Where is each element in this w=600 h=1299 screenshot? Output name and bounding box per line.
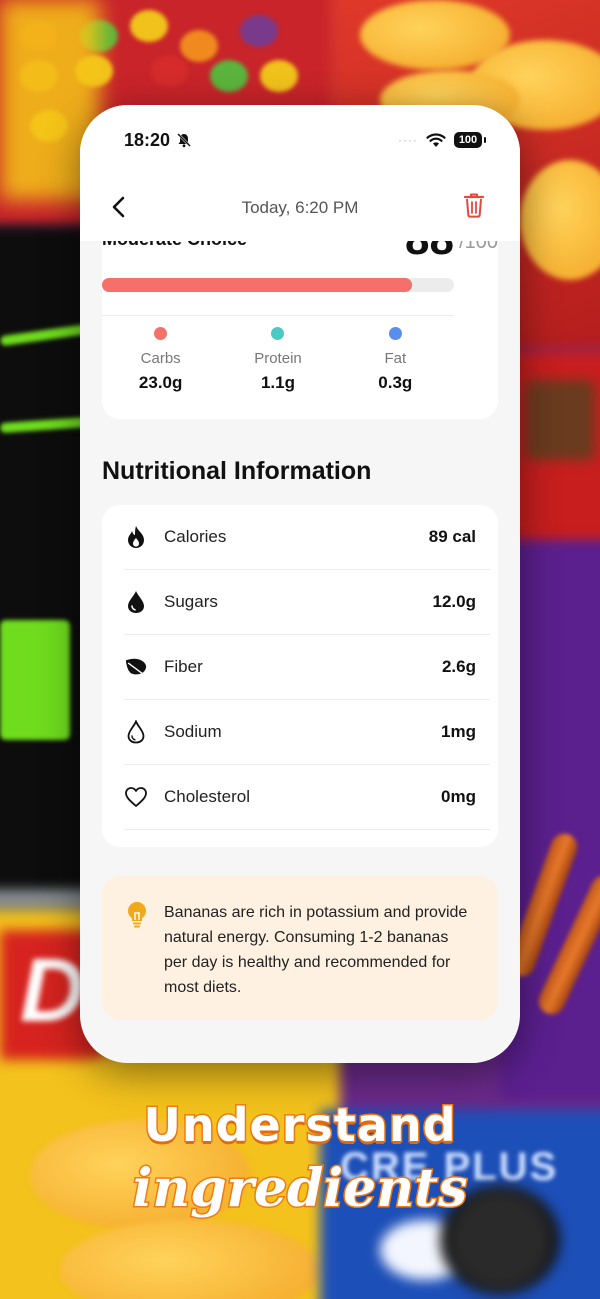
chips-logo-letter: D [20,941,85,1041]
fat-dot-icon [388,327,402,340]
nutrition-row-calories[interactable]: Calories 89 cal [124,505,490,570]
nutrition-name: Cholesterol [164,787,250,806]
tip-card: Bananas are rich in potassium and provid… [102,876,498,1020]
nutrition-row-sodium[interactable]: Sodium 1mg [124,700,490,765]
nutrition-name: Fiber [164,657,203,676]
nutrition-row-sugars[interactable]: Sugars 12.0g [124,570,490,635]
flame-icon [124,525,148,549]
tip-text: Bananas are rich in potassium and provid… [164,904,468,996]
candy-image [150,55,188,87]
nutrition-row-fiber[interactable]: Fiber 2.6g [124,635,490,700]
detail-content: Moderate Choice 88 /100 Carbs 23.0g Prot… [80,105,520,1063]
lightbulb-icon [126,900,148,928]
status-icons: ···· 100 [398,132,486,148]
nutrition-name: Sugars [164,592,218,611]
back-button[interactable] [106,193,134,221]
sodium-drop-icon [124,720,148,744]
candy-image [130,10,168,42]
macro-protein: Protein 1.1g [219,327,336,393]
caption-title: Understand [142,1097,457,1154]
delete-button[interactable] [462,191,486,219]
status-time: 18:20 [124,130,192,151]
divider [102,315,454,316]
status-bar: 18:20 ···· 100 [80,105,520,175]
nav-bar: Today, 6:20 PM [80,175,520,241]
nutrition-row-cholesterol[interactable]: Cholesterol 0mg [124,765,490,830]
nutrition-name: Calories [164,527,227,546]
macro-value: 23.0g [138,373,183,392]
candy-image [180,30,218,62]
macro-fat: Fat 0.3g [337,327,454,393]
chevron-left-icon [112,196,125,218]
signal-dots-icon: ···· [398,133,418,147]
wifi-icon [426,132,446,147]
candy-image [210,60,248,92]
time-text: 18:20 [124,129,171,150]
macro-carbs: Carbs 23.0g [102,327,219,393]
nutrition-value: 12.0g [432,592,476,611]
nav-title: Today, 6:20 PM [241,198,359,217]
trash-icon [463,193,485,218]
macros-row: Carbs 23.0g Protein 1.1g Fat 0.3g [102,327,454,393]
battery-icon: 100 [454,132,486,148]
section-title: Nutritional Information [102,457,372,485]
can-logo-mark [0,620,70,740]
heart-icon [124,785,148,809]
leaf-icon [124,655,148,679]
candy-image [260,60,298,92]
nutrition-card: Calories 89 cal Sugars 12.0g Fiber 2.6g [102,505,498,847]
carbs-dot-icon [154,327,168,340]
score-progress-bar [102,278,454,292]
nutrition-name: Sodium [164,722,222,741]
chocolate-piece-image [525,380,595,460]
nutrition-value: 0mg [441,787,476,806]
macro-label: Carbs [140,350,181,367]
macro-value: 1.1g [260,373,295,392]
phone-screen: Moderate Choice 88 /100 Carbs 23.0g Prot… [80,105,520,1063]
candy-image [240,15,278,47]
macro-label: Fat [384,350,407,367]
caption-subtitle: ingredients [131,1157,469,1221]
nutrition-value: 2.6g [441,657,476,676]
nutrition-value: 89 cal [428,527,476,546]
score-progress-fill [102,278,412,292]
sugar-drop-icon [124,590,148,614]
nutrition-value: 1mg [441,722,476,741]
protein-dot-icon [271,327,285,340]
bell-muted-icon [177,133,191,148]
macro-value: 0.3g [378,373,413,392]
macro-label: Protein [254,350,302,367]
